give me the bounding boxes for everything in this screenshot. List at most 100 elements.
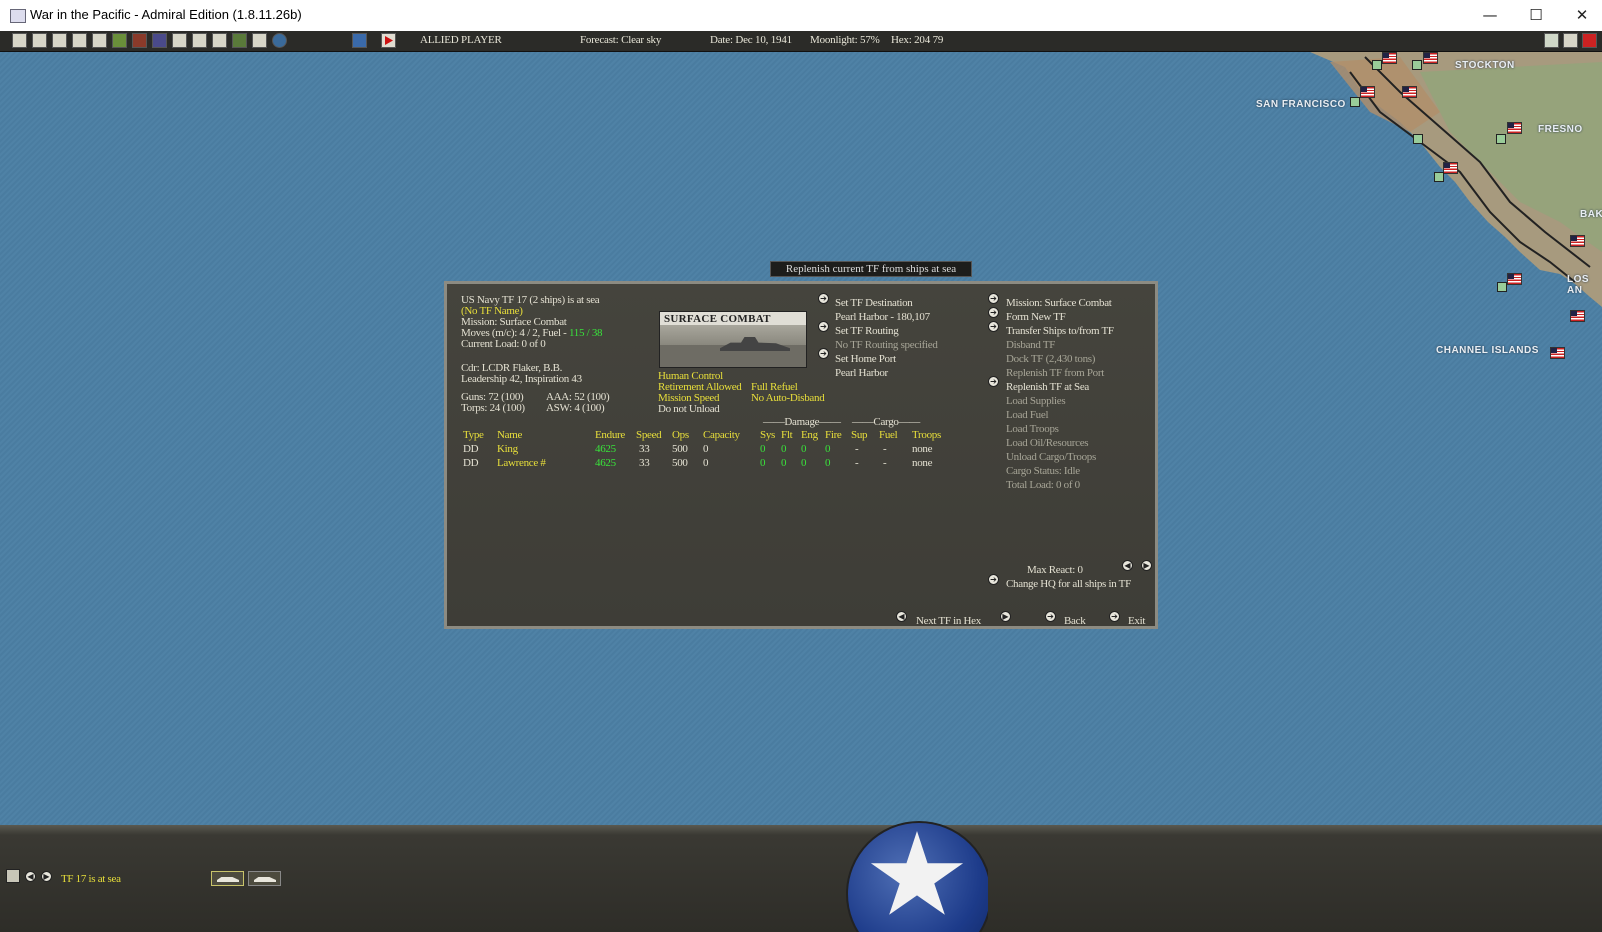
destination-value: Pearl Harbor - 180,107 bbox=[835, 311, 930, 323]
sub-icon[interactable] bbox=[232, 33, 247, 48]
set-home-port-button[interactable]: Set Home Port bbox=[835, 353, 896, 365]
base-icon[interactable] bbox=[132, 33, 147, 48]
col-troops: Troops bbox=[912, 429, 941, 441]
exit-arrow-icon[interactable]: ➔ bbox=[1109, 611, 1120, 622]
unit-marker[interactable] bbox=[1434, 172, 1444, 182]
cell-capacity: 0 bbox=[703, 457, 709, 469]
hex-label: Hex: 204 79 bbox=[891, 34, 944, 46]
unit-marker[interactable] bbox=[1350, 97, 1360, 107]
land-icon[interactable] bbox=[252, 33, 267, 48]
report-icon[interactable] bbox=[12, 33, 27, 48]
back-button[interactable]: Back bbox=[1064, 615, 1086, 627]
col-fire: Fire bbox=[825, 429, 842, 441]
list-icon[interactable] bbox=[32, 33, 47, 48]
us-flag-icon[interactable] bbox=[1360, 86, 1375, 98]
ship-silhouette-icon[interactable] bbox=[211, 871, 244, 886]
play-icon[interactable] bbox=[381, 33, 396, 48]
cell-name[interactable]: Lawrence # bbox=[497, 457, 546, 469]
victory-icon[interactable] bbox=[112, 33, 127, 48]
unload-toggle[interactable]: Do not Unload bbox=[658, 403, 720, 415]
tf-current-load: Current Load: 0 of 0 bbox=[461, 338, 546, 350]
load-fuel-button: Load Fuel bbox=[1006, 409, 1049, 421]
map-icon[interactable] bbox=[352, 33, 367, 48]
arrow-right-icon[interactable]: ➔ bbox=[988, 307, 999, 318]
close-button[interactable]: ✕ bbox=[1559, 0, 1602, 30]
replenish-sea-button[interactable]: Replenish TF at Sea bbox=[1006, 381, 1089, 393]
tooltip-hint: Replenish current TF from ships at sea bbox=[770, 261, 972, 277]
load-supplies-button: Load Supplies bbox=[1006, 395, 1066, 407]
unit-marker[interactable] bbox=[1497, 282, 1507, 292]
auto-disband-toggle[interactable]: No Auto-Disband bbox=[751, 392, 825, 404]
tf-list-icon[interactable] bbox=[6, 869, 20, 883]
prev-tf-icon[interactable]: ◀ bbox=[896, 611, 907, 622]
globe-icon[interactable] bbox=[272, 33, 287, 48]
flag-icon[interactable] bbox=[172, 33, 187, 48]
c-icon[interactable] bbox=[1563, 33, 1578, 48]
ship-icon[interactable] bbox=[52, 33, 67, 48]
minimize-button[interactable]: — bbox=[1467, 0, 1513, 30]
arrow-right-icon[interactable]: ➔ bbox=[988, 574, 999, 585]
us-flag-icon[interactable] bbox=[1423, 52, 1438, 64]
date-label: Date: Dec 10, 1941 bbox=[710, 34, 792, 46]
col-capacity: Capacity bbox=[703, 429, 740, 441]
tf-status-label[interactable]: TF 17 is at sea bbox=[61, 873, 121, 885]
air-icon[interactable] bbox=[72, 33, 87, 48]
cell-endure: 4625 bbox=[595, 443, 616, 455]
us-flag-icon[interactable] bbox=[1402, 86, 1417, 98]
us-flag-icon[interactable] bbox=[1443, 162, 1458, 174]
task-force-panel: US Navy TF 17 (2 ships) is at sea (No TF… bbox=[444, 281, 1158, 629]
arrow-right-icon[interactable]: ➔ bbox=[818, 321, 829, 332]
unit-marker[interactable] bbox=[1412, 60, 1422, 70]
us-flag-icon[interactable] bbox=[1570, 310, 1585, 322]
arrow-right-icon[interactable]: ➔ bbox=[818, 348, 829, 359]
exit-button[interactable]: Exit bbox=[1128, 615, 1145, 627]
mission-button[interactable]: Mission: Surface Combat bbox=[1006, 297, 1112, 309]
next-tf-label[interactable]: Next TF in Hex bbox=[916, 615, 981, 627]
us-flag-icon[interactable] bbox=[1570, 235, 1585, 247]
app-icon bbox=[10, 9, 26, 23]
form-new-tf-button[interactable]: Form New TF bbox=[1006, 311, 1066, 323]
increase-react-icon[interactable]: ▶ bbox=[1141, 560, 1152, 571]
air-hq-icon[interactable] bbox=[212, 33, 227, 48]
moonlight-label: Moonlight: 57% bbox=[810, 34, 880, 46]
next-tf-icon[interactable]: ▶ bbox=[1000, 611, 1011, 622]
next-arrow-icon[interactable]: ▶ bbox=[41, 871, 52, 882]
us-flag-icon[interactable] bbox=[1507, 273, 1522, 285]
set-destination-button[interactable]: Set TF Destination bbox=[835, 297, 913, 309]
load-oil-button: Load Oil/Resources bbox=[1006, 437, 1089, 449]
replenish-port-button: Replenish TF from Port bbox=[1006, 367, 1105, 379]
decrease-react-icon[interactable]: ◀ bbox=[1122, 560, 1133, 571]
unit-marker[interactable] bbox=[1372, 60, 1382, 70]
info-icon[interactable] bbox=[92, 33, 107, 48]
city-label-fresno: FRESNO bbox=[1538, 124, 1583, 135]
prev-arrow-icon[interactable]: ◀ bbox=[25, 871, 36, 882]
set-routing-button[interactable]: Set TF Routing bbox=[835, 325, 899, 337]
arrow-right-icon[interactable]: ➔ bbox=[988, 293, 999, 304]
restart-icon[interactable] bbox=[1544, 33, 1559, 48]
arrow-right-icon[interactable]: ➔ bbox=[988, 376, 999, 387]
us-flag-icon[interactable] bbox=[1507, 122, 1522, 134]
us-flag-icon[interactable] bbox=[1550, 347, 1565, 359]
window-title: War in the Pacific - Admiral Edition (1.… bbox=[30, 7, 302, 22]
ship-silhouette-icon[interactable] bbox=[248, 871, 281, 886]
cell-fire: 0 bbox=[825, 443, 831, 455]
us-flag-icon[interactable] bbox=[1382, 52, 1397, 64]
unload-cargo-button: Unload Cargo/Troops bbox=[1006, 451, 1096, 463]
unit-marker[interactable] bbox=[1413, 134, 1423, 144]
player-label: ALLIED PLAYER bbox=[420, 34, 502, 46]
exit-icon[interactable] bbox=[1582, 33, 1597, 48]
unit-marker[interactable] bbox=[1496, 134, 1506, 144]
port-icon[interactable] bbox=[192, 33, 207, 48]
surface-combat-title: SURFACE COMBAT bbox=[664, 313, 771, 325]
cell-name[interactable]: King bbox=[497, 443, 518, 455]
max-react-label: Max React: 0 bbox=[1027, 564, 1083, 576]
game-toolbar: ALLIED PLAYER Forecast: Clear sky Date: … bbox=[0, 31, 1602, 52]
cell-flt: 0 bbox=[781, 457, 787, 469]
unit-icon[interactable] bbox=[152, 33, 167, 48]
arrow-right-icon[interactable]: ➔ bbox=[818, 293, 829, 304]
arrow-right-icon[interactable]: ➔ bbox=[988, 321, 999, 332]
transfer-ships-button[interactable]: Transfer Ships to/from TF bbox=[1006, 325, 1114, 337]
back-icon[interactable]: ➔ bbox=[1045, 611, 1056, 622]
maximize-button[interactable]: ☐ bbox=[1513, 0, 1559, 30]
change-hq-button[interactable]: Change HQ for all ships in TF bbox=[1006, 578, 1131, 590]
